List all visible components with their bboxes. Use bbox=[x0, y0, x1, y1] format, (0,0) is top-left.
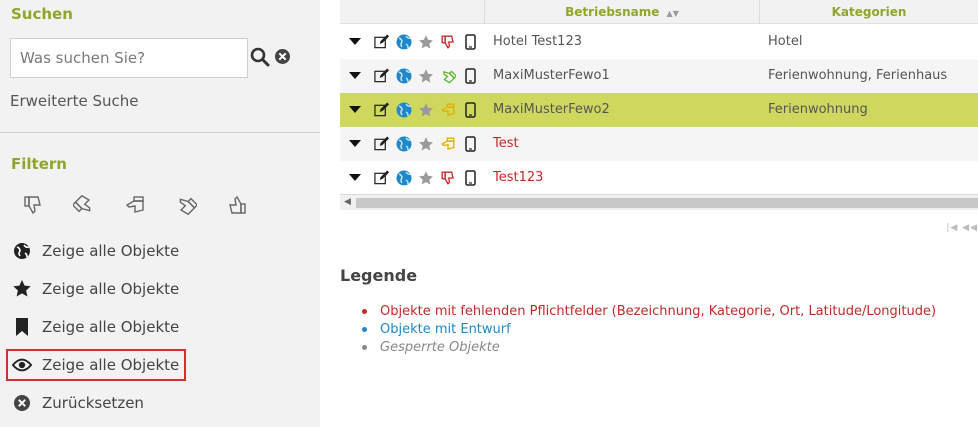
reset-icon bbox=[12, 393, 32, 413]
expand-caret-icon[interactable] bbox=[348, 136, 362, 152]
globe-icon[interactable] bbox=[396, 68, 412, 84]
sidebar-item-label: Zeige alle Objekte bbox=[42, 280, 180, 298]
filter-heading: Filtern bbox=[11, 155, 67, 173]
column-header-category[interactable]: Kategorien bbox=[760, 0, 978, 24]
globe-icon[interactable] bbox=[396, 136, 412, 152]
globe-icon[interactable] bbox=[396, 102, 412, 118]
horizontal-scrollbar[interactable]: ◀ bbox=[340, 194, 978, 210]
legend-item-missing-fields: Objekte mit fehlenden Pflichtfelder (Bez… bbox=[362, 303, 936, 321]
scroll-left-icon[interactable]: ◀ bbox=[344, 197, 351, 207]
column-header-name[interactable]: Betriebsname ▲▼ bbox=[485, 0, 759, 24]
globe-icon[interactable] bbox=[396, 34, 412, 50]
thumbs-down-red-icon[interactable] bbox=[440, 170, 456, 186]
reset-button[interactable]: Zurücksetzen bbox=[12, 390, 144, 416]
edit-icon[interactable] bbox=[374, 68, 390, 84]
clear-search-icon[interactable] bbox=[274, 48, 291, 65]
globe-icon[interactable] bbox=[396, 170, 412, 186]
row-actions bbox=[348, 93, 484, 127]
thumbs-up-icon[interactable] bbox=[222, 192, 252, 218]
app-root: Suchen Erweiterte Suche Filtern bbox=[0, 0, 978, 427]
row-actions bbox=[348, 25, 484, 59]
bullet-icon bbox=[362, 345, 367, 350]
thumbs-sideways-icon[interactable] bbox=[120, 192, 150, 218]
thumbs-tilt-up-icon[interactable] bbox=[171, 192, 201, 218]
table-row[interactable]: MaxiMusterFewo1 Ferienwohnung, Ferienhau… bbox=[340, 59, 978, 93]
mobile-icon[interactable] bbox=[462, 34, 478, 50]
sidebar-divider bbox=[0, 132, 320, 133]
cell-category: Ferienwohnung, Ferienhaus bbox=[768, 68, 948, 83]
filter-icon-bar bbox=[18, 192, 273, 218]
legend-item-locked: Gesperrte Objekte bbox=[362, 339, 936, 357]
pager-controls[interactable]: |◀ ◀◀ bbox=[946, 223, 978, 233]
cell-name[interactable]: Hotel Test123 bbox=[493, 25, 582, 59]
cell-name[interactable]: Test bbox=[493, 127, 519, 161]
table-header: Betriebsname ▲▼ Kategorien bbox=[340, 0, 978, 24]
thumbs-sideways-yellow-icon[interactable] bbox=[440, 136, 456, 152]
sidebar: Suchen Erweiterte Suche Filtern bbox=[0, 0, 320, 427]
star-icon[interactable] bbox=[418, 68, 434, 84]
expand-caret-icon[interactable] bbox=[348, 34, 362, 50]
mobile-icon[interactable] bbox=[462, 170, 478, 186]
table-row[interactable]: MaxiMusterFewo2 Ferienwohnung bbox=[340, 93, 978, 127]
row-actions bbox=[348, 127, 484, 161]
edit-icon[interactable] bbox=[374, 170, 390, 186]
eye-icon bbox=[12, 355, 32, 375]
sort-icon: ▲▼ bbox=[666, 9, 679, 18]
expand-caret-icon[interactable] bbox=[348, 170, 362, 186]
table-row[interactable]: Test bbox=[340, 127, 978, 161]
cell-name[interactable]: Test123 bbox=[493, 161, 543, 195]
thumbs-tilt-down-icon[interactable] bbox=[69, 192, 99, 218]
edit-icon[interactable] bbox=[374, 34, 390, 50]
search-heading: Suchen bbox=[11, 5, 73, 23]
search-input[interactable] bbox=[10, 38, 248, 78]
advanced-search-link[interactable]: Erweiterte Suche bbox=[10, 92, 138, 110]
star-icon[interactable] bbox=[418, 170, 434, 186]
mobile-icon[interactable] bbox=[462, 136, 478, 152]
sidebar-item-label: Zeige alle Objekte bbox=[42, 242, 180, 260]
cell-name[interactable]: MaxiMusterFewo1 bbox=[493, 59, 610, 93]
legend-item-draft: Objekte mit Entwurf bbox=[362, 321, 936, 339]
thumbs-sideways-yellow-icon[interactable] bbox=[440, 102, 456, 118]
star-icon[interactable] bbox=[418, 136, 434, 152]
mobile-icon[interactable] bbox=[462, 102, 478, 118]
mobile-icon[interactable] bbox=[462, 68, 478, 84]
thumbs-down-icon[interactable] bbox=[18, 192, 48, 218]
legend-list: Objekte mit fehlenden Pflichtfelder (Bez… bbox=[362, 303, 936, 357]
thumbs-down-red-icon[interactable] bbox=[440, 34, 456, 50]
row-actions bbox=[348, 59, 484, 93]
sidebar-item-eye[interactable]: Zeige alle Objekte bbox=[6, 349, 187, 381]
legend-title: Legende bbox=[340, 266, 418, 285]
star-icon[interactable] bbox=[418, 34, 434, 50]
scrollbar-thumb[interactable] bbox=[356, 198, 978, 208]
thumbs-tilt-up-green-icon[interactable] bbox=[440, 68, 456, 84]
edit-icon[interactable] bbox=[374, 136, 390, 152]
globe-icon bbox=[12, 241, 32, 261]
reset-label: Zurücksetzen bbox=[42, 394, 144, 412]
expand-caret-icon[interactable] bbox=[348, 102, 362, 118]
table-row[interactable]: Hotel Test123 Hotel bbox=[340, 25, 978, 59]
cell-category: Hotel bbox=[768, 34, 803, 49]
star-icon[interactable] bbox=[418, 102, 434, 118]
bullet-icon bbox=[362, 327, 367, 332]
sidebar-item-bookmark[interactable]: Zeige alle Objekte bbox=[12, 314, 179, 340]
cell-name[interactable]: MaxiMusterFewo2 bbox=[493, 93, 610, 127]
star-icon bbox=[12, 279, 32, 299]
sidebar-item-globe[interactable]: Zeige alle Objekte bbox=[12, 238, 179, 264]
search-icon[interactable] bbox=[250, 47, 270, 67]
table-row[interactable]: Test123 bbox=[340, 161, 978, 195]
sidebar-item-label: Zeige alle Objekte bbox=[42, 356, 180, 374]
sidebar-item-star[interactable]: Zeige alle Objekte bbox=[12, 276, 179, 302]
cell-category: Ferienwohnung bbox=[768, 102, 868, 117]
bookmark-icon bbox=[12, 317, 32, 337]
sidebar-item-label: Zeige alle Objekte bbox=[42, 318, 180, 336]
bullet-icon bbox=[362, 309, 367, 314]
row-actions bbox=[348, 161, 484, 195]
edit-icon[interactable] bbox=[374, 102, 390, 118]
expand-caret-icon[interactable] bbox=[348, 68, 362, 84]
